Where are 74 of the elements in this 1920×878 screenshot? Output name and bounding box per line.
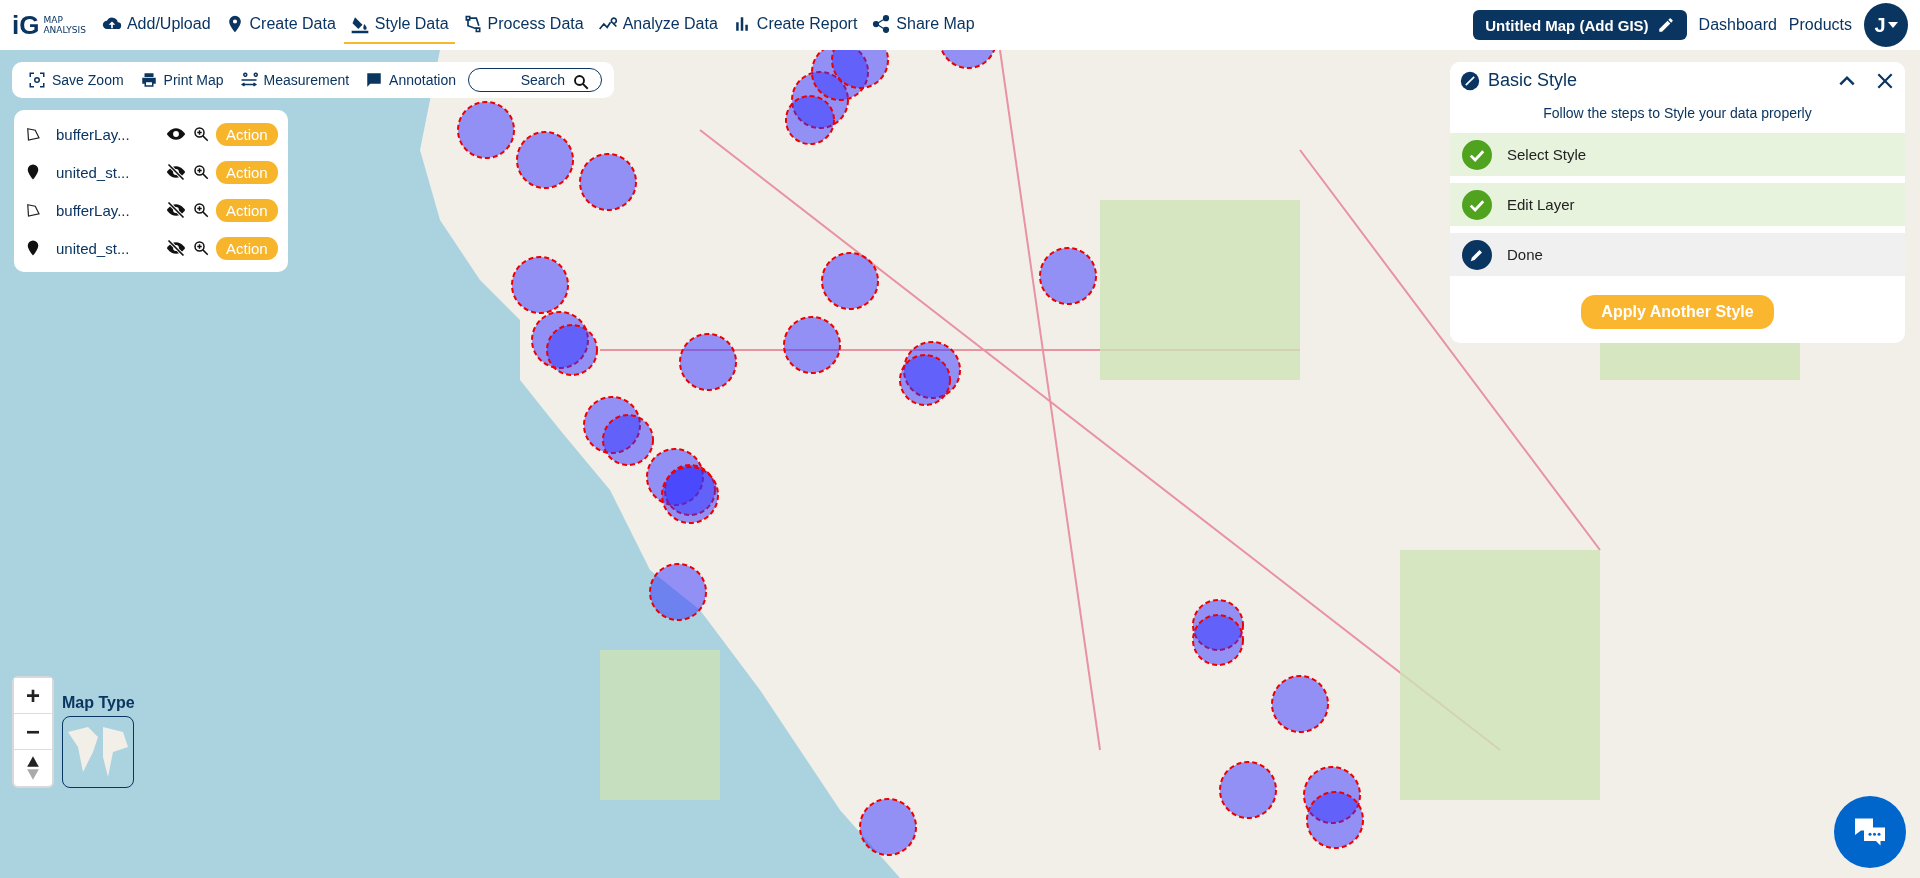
buffer-circle [583,396,641,454]
step-label: Select Style [1507,146,1587,163]
nav-tab[interactable]: Share Map [865,6,981,44]
toolbar-button[interactable]: Print Map [135,71,228,89]
printer-icon [139,71,158,89]
buffer-circle [1271,675,1329,733]
map-type-label: Map Type [62,694,135,712]
buffer-circle [457,101,515,159]
layer-name[interactable]: bufferLay... [56,125,160,143]
buffer-circle [646,448,704,506]
zoom-in-icon[interactable] [192,125,210,143]
step-label: Done [1507,246,1543,263]
pencil-icon [1656,16,1675,34]
buffer-circle [783,316,841,374]
eye-slash-icon[interactable] [166,200,186,220]
logo-mark: iG [12,9,40,41]
zoom-in-button[interactable]: + [14,678,52,714]
buffer-circle [516,131,574,189]
buffer-circle [546,324,598,376]
buffer-circle [511,256,569,314]
layer-name[interactable]: united_st... [56,239,160,257]
buffer-circle [661,466,719,524]
polygon-icon [24,125,42,143]
toolbar-button[interactable]: Measurement [235,71,354,89]
layer-name[interactable]: bufferLay... [56,201,160,219]
header-link[interactable]: Products [1788,16,1852,34]
zoom-in-icon[interactable] [192,163,210,181]
toolbar-button[interactable]: Save Zoom [24,71,128,89]
panel-title: Basic Style [1488,70,1579,91]
comment-icon [365,71,384,89]
nav-tab[interactable]: Analyze Data [591,6,724,44]
buffer-circle [579,153,637,211]
pencil-icon [1462,239,1492,270]
polygon-icon [24,201,42,219]
zoom-in-icon[interactable] [192,239,210,257]
user-menu-button[interactable]: J [1864,3,1908,47]
logo-text: MAP [43,15,64,25]
buffer-circle [1306,791,1364,849]
search-field[interactable]: Search [468,68,603,92]
buffer-circle [785,95,835,145]
step-label: Edit Layer [1507,196,1575,213]
buffer-circle [1219,761,1277,819]
nav-tab[interactable]: Process Data [456,6,590,44]
zoom-in-icon[interactable] [192,201,210,219]
caret-icon [1887,22,1898,28]
buffer-circle [602,414,654,466]
buffer-circle [1192,614,1244,666]
nav-tab[interactable]: Style Data [343,6,455,44]
ruler-icon [239,71,258,89]
check-icon [1462,139,1492,170]
buffer-circle [649,563,707,621]
compass-icon[interactable] [26,754,40,782]
buffer-circle [1039,247,1097,305]
share-icon [871,14,892,34]
buffer-circle [679,333,737,391]
header-link[interactable]: Dashboard [1698,16,1777,34]
search-icon [572,73,591,91]
buffer-circle [531,311,589,369]
buffer-circle [821,252,879,310]
eye-slash-icon[interactable] [166,162,186,182]
layer-name[interactable]: united_st... [56,163,160,181]
buffer-circle [859,798,917,856]
logo-text: ANALYSIS [43,25,86,35]
nav-tab[interactable]: Create Data [218,6,342,44]
focus-icon [28,71,46,89]
check-icon [1462,189,1492,220]
panel-subtitle: Follow the steps to Style your data properly [1542,105,1813,121]
toolbar-button[interactable]: Annotation [361,71,461,89]
world-map-thumbnail[interactable] [62,716,134,788]
nav-tab[interactable]: Add/Upload [95,6,217,44]
map-title-button[interactable]: Untitled Map (Add GIS) [1473,10,1687,40]
nav-tab[interactable]: Create Report [725,6,864,44]
buffer-circle [899,354,951,406]
eye-slash-icon[interactable] [166,238,186,258]
